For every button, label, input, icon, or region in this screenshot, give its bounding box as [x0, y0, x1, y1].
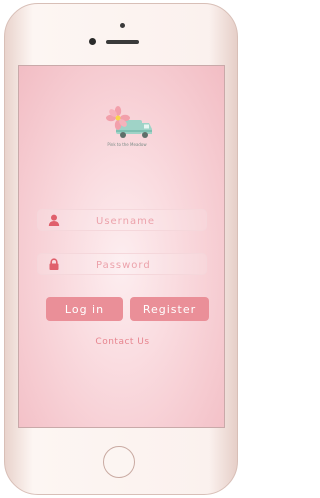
home-button[interactable]	[103, 446, 135, 478]
login-button[interactable]: Log in	[46, 297, 123, 321]
lock-icon	[49, 258, 59, 270]
password-field[interactable]	[37, 253, 207, 275]
username-field[interactable]	[37, 209, 207, 231]
user-icon	[48, 214, 60, 226]
username-input[interactable]	[96, 213, 202, 229]
password-input[interactable]	[96, 257, 202, 273]
register-button[interactable]: Register	[130, 297, 209, 321]
logo-caption: Pink to the Meadow	[107, 142, 147, 147]
front-camera	[89, 38, 96, 45]
earpiece-speaker	[106, 40, 139, 44]
proximity-sensor	[120, 23, 125, 28]
contact-us-link[interactable]: Contact Us	[19, 337, 224, 347]
app-screen: Pink to the Meadow Log in Register Conta…	[18, 65, 225, 428]
